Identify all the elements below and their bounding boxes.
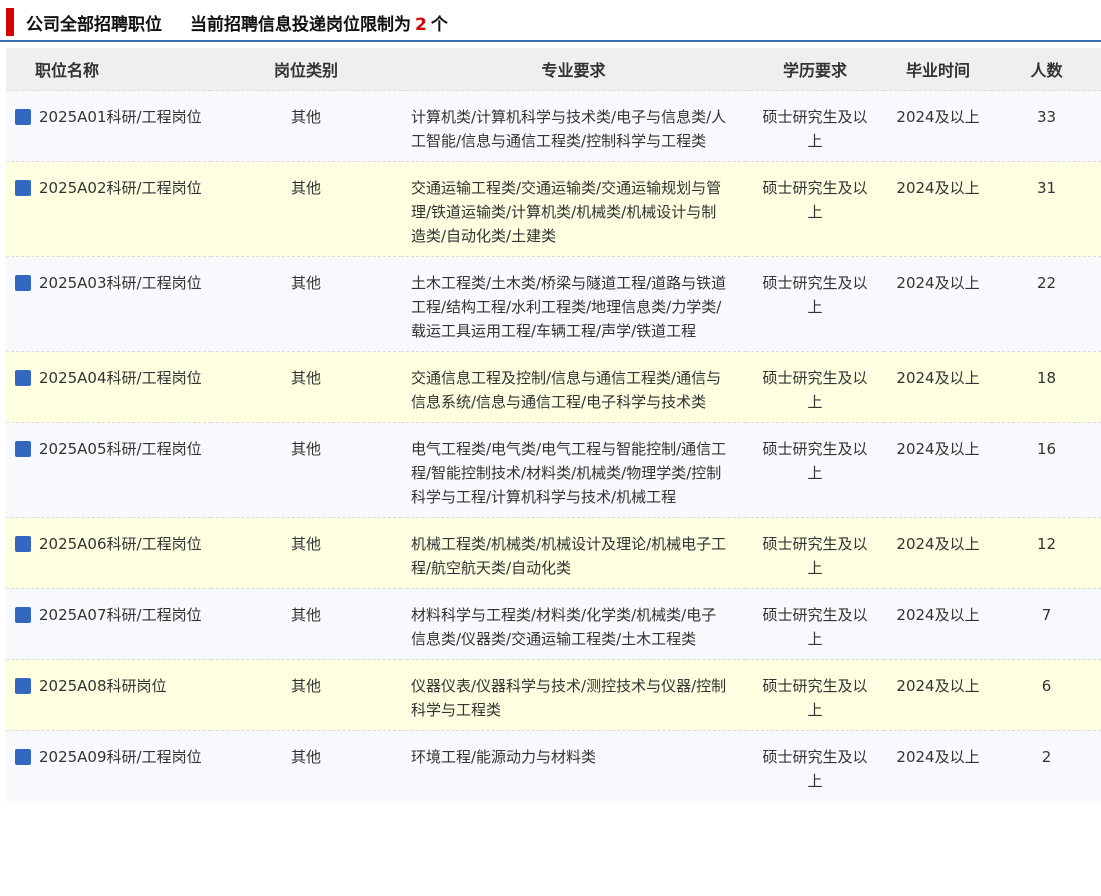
- major-cell: 机械工程类/机械类/机械设计及理论/机械电子工程/航空航天类/自动化类: [401, 517, 746, 589]
- graduation-cell: 2024及以上: [884, 256, 992, 352]
- title-marker: [6, 8, 14, 36]
- category-cell: 其他: [211, 730, 401, 801]
- col-header-category: 岗位类别: [211, 48, 401, 91]
- position-name-cell[interactable]: 2025A06科研/工程岗位: [6, 517, 211, 589]
- education-cell: 硕士研究生及以上: [746, 730, 884, 801]
- position-name-cell[interactable]: 2025A08科研岗位: [6, 659, 211, 731]
- position-name[interactable]: 2025A05科研/工程岗位: [39, 440, 202, 458]
- col-header-name: 职位名称: [6, 48, 211, 91]
- count-cell: 31: [992, 161, 1101, 257]
- table-row[interactable]: 2025A06科研/工程岗位 其他 机械工程类/机械类/机械设计及理论/机械电子工程…: [6, 517, 1101, 589]
- education-cell: 硕士研究生及以上: [746, 422, 884, 518]
- table-row[interactable]: 2025A02科研/工程岗位 其他 交通运输工程类/交通运输类/交通运输规划与管理/…: [6, 161, 1101, 257]
- education-cell: 硕士研究生及以上: [746, 90, 884, 162]
- category-cell: 其他: [211, 422, 401, 518]
- table-row[interactable]: 2025A08科研岗位 其他 仪器仪表/仪器科学与技术/测控技术与仪器/控制科学与工…: [6, 659, 1101, 731]
- position-icon: [15, 275, 31, 291]
- category-cell: 其他: [211, 161, 401, 257]
- major-cell: 交通运输工程类/交通运输类/交通运输规划与管理/铁道运输类/计算机类/机械类/机…: [401, 161, 746, 257]
- position-icon: [15, 109, 31, 125]
- education-cell: 硕士研究生及以上: [746, 588, 884, 660]
- position-name-cell[interactable]: 2025A05科研/工程岗位: [6, 422, 211, 518]
- positions-table: 职位名称 岗位类别 专业要求 学历要求 毕业时间 人数 2025A01科研/工程…: [6, 48, 1101, 801]
- education-cell: 硕士研究生及以上: [746, 161, 884, 257]
- position-name[interactable]: 2025A02科研/工程岗位: [39, 179, 202, 197]
- major-cell: 计算机类/计算机科学与技术类/电子与信息类/人工智能/信息与通信工程类/控制科学…: [401, 90, 746, 162]
- count-cell: 22: [992, 256, 1101, 352]
- table-row[interactable]: 2025A04科研/工程岗位 其他 交通信息工程及控制/信息与通信工程类/通信与信息…: [6, 351, 1101, 423]
- position-name-cell[interactable]: 2025A01科研/工程岗位: [6, 90, 211, 162]
- table-row[interactable]: 2025A03科研/工程岗位 其他 土木工程类/土木类/桥梁与隧道工程/道路与铁道工…: [6, 256, 1101, 352]
- count-cell: 18: [992, 351, 1101, 423]
- position-name[interactable]: 2025A08科研岗位: [39, 677, 167, 695]
- category-cell: 其他: [211, 588, 401, 660]
- limit-number: 2: [415, 15, 427, 35]
- graduation-cell: 2024及以上: [884, 730, 992, 801]
- position-name-cell[interactable]: 2025A09科研/工程岗位: [6, 730, 211, 801]
- application-limit-notice: 当前招聘信息投递岗位限制为 2 个: [190, 10, 448, 35]
- table-row[interactable]: 2025A07科研/工程岗位 其他 材料科学与工程类/材料类/化学类/机械类/电子信…: [6, 588, 1101, 660]
- position-icon: [15, 441, 31, 457]
- count-cell: 33: [992, 90, 1101, 162]
- major-cell: 交通信息工程及控制/信息与通信工程类/通信与信息系统/信息与通信工程/电子科学与…: [401, 351, 746, 423]
- position-icon: [15, 749, 31, 765]
- position-name[interactable]: 2025A03科研/工程岗位: [39, 274, 202, 292]
- position-name[interactable]: 2025A07科研/工程岗位: [39, 606, 202, 624]
- category-cell: 其他: [211, 256, 401, 352]
- graduation-cell: 2024及以上: [884, 161, 992, 257]
- count-cell: 6: [992, 659, 1101, 731]
- education-cell: 硕士研究生及以上: [746, 659, 884, 731]
- position-name[interactable]: 2025A01科研/工程岗位: [39, 108, 202, 126]
- count-cell: 2: [992, 730, 1101, 801]
- position-name-cell[interactable]: 2025A04科研/工程岗位: [6, 351, 211, 423]
- graduation-cell: 2024及以上: [884, 90, 992, 162]
- position-name[interactable]: 2025A04科研/工程岗位: [39, 369, 202, 387]
- graduation-cell: 2024及以上: [884, 588, 992, 660]
- col-header-count: 人数: [992, 48, 1101, 91]
- limit-suffix: 个: [430, 15, 448, 35]
- category-cell: 其他: [211, 659, 401, 731]
- table-row[interactable]: 2025A01科研/工程岗位 其他 计算机类/计算机科学与技术类/电子与信息类/人工…: [6, 90, 1101, 162]
- major-cell: 土木工程类/土木类/桥梁与隧道工程/道路与铁道工程/结构工程/水利工程类/地理信…: [401, 256, 746, 352]
- category-cell: 其他: [211, 517, 401, 589]
- position-icon: [15, 180, 31, 196]
- col-header-major: 专业要求: [401, 48, 746, 91]
- education-cell: 硕士研究生及以上: [746, 351, 884, 423]
- col-header-education: 学历要求: [746, 48, 884, 91]
- table-body: 2025A01科研/工程岗位 其他 计算机类/计算机科学与技术类/电子与信息类/人工…: [6, 90, 1101, 801]
- page-title: 公司全部招聘职位: [26, 15, 162, 35]
- count-cell: 7: [992, 588, 1101, 660]
- table-row[interactable]: 2025A05科研/工程岗位 其他 电气工程类/电气类/电气工程与智能控制/通信工程…: [6, 422, 1101, 518]
- col-header-graduation: 毕业时间: [884, 48, 992, 91]
- position-name-cell[interactable]: 2025A03科研/工程岗位: [6, 256, 211, 352]
- major-cell: 仪器仪表/仪器科学与技术/测控技术与仪器/控制科学与工程类: [401, 659, 746, 731]
- position-name-cell[interactable]: 2025A07科研/工程岗位: [6, 588, 211, 660]
- table-row[interactable]: 2025A09科研/工程岗位 其他 环境工程/能源动力与材料类 硕士研究生及以上 202…: [6, 730, 1101, 801]
- count-cell: 16: [992, 422, 1101, 518]
- position-icon: [15, 536, 31, 552]
- limit-prefix: 当前招聘信息投递岗位限制为: [190, 15, 411, 35]
- category-cell: 其他: [211, 90, 401, 162]
- graduation-cell: 2024及以上: [884, 659, 992, 731]
- graduation-cell: 2024及以上: [884, 351, 992, 423]
- position-icon: [15, 607, 31, 623]
- graduation-cell: 2024及以上: [884, 422, 992, 518]
- position-name-cell[interactable]: 2025A02科研/工程岗位: [6, 161, 211, 257]
- table-header-row: 职位名称 岗位类别 专业要求 学历要求 毕业时间 人数: [6, 48, 1101, 91]
- major-cell: 环境工程/能源动力与材料类: [401, 730, 746, 801]
- education-cell: 硕士研究生及以上: [746, 256, 884, 352]
- education-cell: 硕士研究生及以上: [746, 517, 884, 589]
- graduation-cell: 2024及以上: [884, 517, 992, 589]
- position-name[interactable]: 2025A09科研/工程岗位: [39, 748, 202, 766]
- position-icon: [15, 678, 31, 694]
- page-header: 公司全部招聘职位 当前招聘信息投递岗位限制为 2 个: [0, 0, 1101, 42]
- count-cell: 12: [992, 517, 1101, 589]
- position-name[interactable]: 2025A06科研/工程岗位: [39, 535, 202, 553]
- position-icon: [15, 370, 31, 386]
- major-cell: 电气工程类/电气类/电气工程与智能控制/通信工程/智能控制技术/材料类/机械类/…: [401, 422, 746, 518]
- category-cell: 其他: [211, 351, 401, 423]
- major-cell: 材料科学与工程类/材料类/化学类/机械类/电子信息类/仪器类/交通运输工程类/土…: [401, 588, 746, 660]
